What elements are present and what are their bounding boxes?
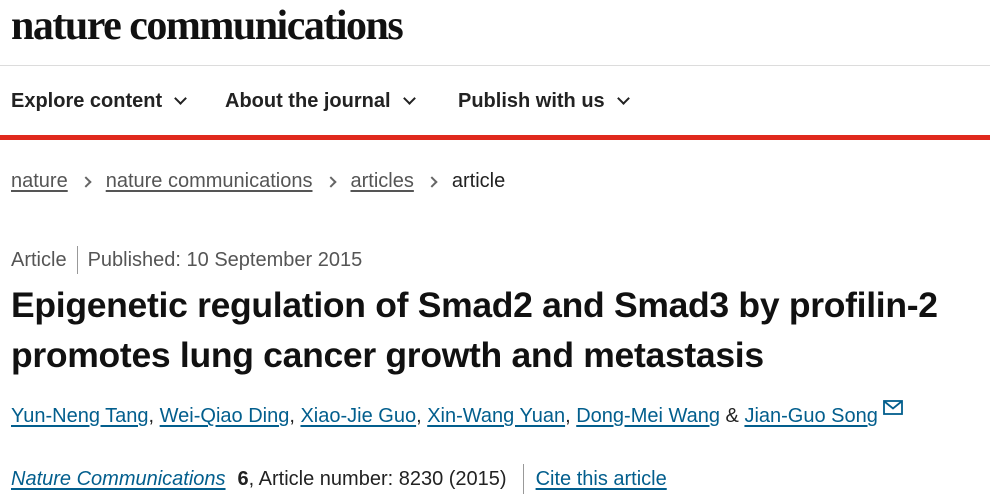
author-link[interactable]: Yun-Neng Tang [11, 405, 149, 428]
article-type: Article [11, 248, 67, 271]
chevron-right-icon [324, 175, 337, 188]
citation-line: Nature Communications 6 , Article number… [11, 464, 667, 494]
author-last-separator: & [719, 405, 745, 427]
author-link[interactable]: Xiao-Jie Guo [300, 405, 416, 428]
journal-link[interactable]: Nature Communications [11, 468, 226, 491]
cite-this-article-link[interactable]: Cite this article [536, 468, 667, 491]
chevron-down-icon [174, 92, 188, 105]
meta-divider [76, 246, 78, 274]
chevron-right-icon [426, 175, 438, 188]
nav-item-label: About the journal [225, 90, 391, 112]
article-number: , Article number: 8230 (2015) [248, 467, 507, 490]
nav-item-label: Explore content [11, 90, 163, 112]
author-separator: , [289, 405, 301, 427]
citation-divider [522, 464, 524, 494]
site-logo[interactable]: nature communications [11, 2, 404, 50]
chevron-right-icon [80, 175, 92, 188]
nav-explore-content[interactable]: Explore content [11, 90, 188, 113]
nav-publish-with-us[interactable]: Publish with us [458, 90, 630, 113]
breadcrumb: nature nature communications articles ar… [11, 170, 505, 193]
author-separator: , [565, 405, 577, 427]
author-separator: , [416, 405, 428, 427]
volume-number: 6 [237, 467, 249, 490]
author-link-corresponding[interactable]: Jian-Guo Song [744, 405, 877, 428]
breadcrumb-link-nature[interactable]: nature [11, 170, 68, 193]
site-header: nature communications [0, 0, 990, 66]
author-link[interactable]: Xin-Wang Yuan [427, 405, 565, 428]
author-list: Yun-Neng Tang, Wei-Qiao Ding, Xiao-Jie G… [11, 400, 903, 428]
breadcrumb-link-articles[interactable]: articles [351, 170, 414, 193]
nav-item-label: Publish with us [458, 90, 605, 112]
chevron-down-icon [616, 92, 630, 105]
main-navigation: Explore content About the journal Publis… [0, 66, 990, 140]
article-meta: Article Published: 10 September 2015 [11, 246, 362, 274]
article-title: Epigenetic regulation of Smad2 and Smad3… [11, 285, 938, 375]
breadcrumb-link-nature-communications[interactable]: nature communications [106, 170, 313, 193]
breadcrumb-current: article [451, 170, 506, 192]
author-separator: , [148, 405, 160, 427]
nav-about-journal[interactable]: About the journal [225, 90, 416, 113]
published-date: Published: 10 September 2015 [87, 248, 363, 271]
author-link[interactable]: Wei-Qiao Ding [160, 405, 290, 428]
author-link[interactable]: Dong-Mei Wang [576, 405, 720, 428]
chevron-down-icon [402, 92, 416, 105]
envelope-icon[interactable] [882, 398, 903, 421]
